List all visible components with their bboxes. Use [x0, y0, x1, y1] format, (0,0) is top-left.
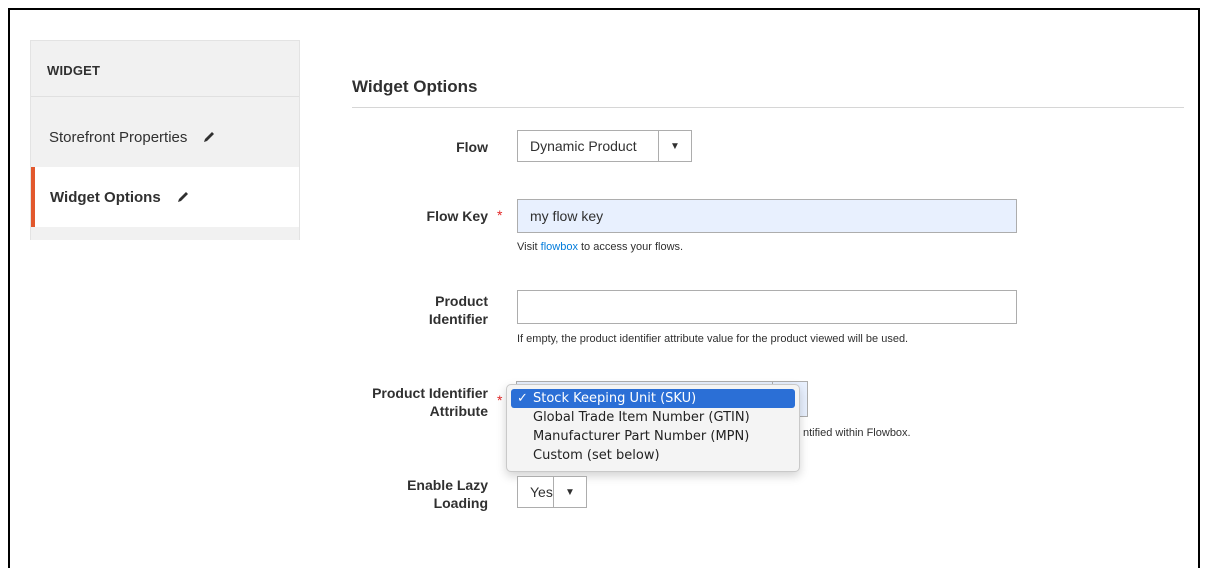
dropdown-option-custom[interactable]: Custom (set below) [511, 446, 795, 465]
flow-label: Flow [456, 139, 488, 155]
dropdown-options-menu: ✓ Stock Keeping Unit (SKU) Global Trade … [506, 384, 800, 472]
product-identifier-label-line2: Identifier [428, 311, 488, 327]
sidebar-divider [31, 96, 299, 97]
checkmark-icon: ✓ [517, 391, 528, 406]
lazy-loading-label: Enable Lazy Loading [348, 476, 488, 512]
dropdown-option-sku[interactable]: ✓ Stock Keeping Unit (SKU) [511, 389, 795, 408]
lazy-loading-select-value: Yes [530, 484, 553, 500]
product-identifier-label: Product Identifier [348, 292, 488, 328]
sidebar-item-storefront-properties[interactable]: Storefront Properties [31, 107, 299, 167]
flowbox-link[interactable]: flowbox [541, 241, 578, 253]
dropdown-option-gtin[interactable]: Global Trade Item Number (GTIN) [511, 408, 795, 427]
product-identifier-attribute-note: ntified within Flowbox. [803, 427, 911, 439]
sidebar-footer [31, 227, 299, 240]
lazy-loading-label-line1: Enable Lazy [407, 477, 488, 493]
required-marker: * [497, 207, 503, 223]
lazy-loading-select[interactable]: Yes ▼ [517, 476, 587, 508]
section-title: Widget Options [352, 77, 478, 96]
sidebar-title: WIDGET [47, 63, 101, 78]
sidebar: WIDGET Storefront Properties Widget Opti… [30, 40, 300, 240]
flow-key-input[interactable] [517, 199, 1017, 233]
product-identifier-input[interactable] [517, 290, 1017, 324]
flow-select-value: Dynamic Product [530, 138, 637, 154]
flow-key-label: Flow Key [426, 208, 488, 224]
product-identifier-attribute-label-line1: Product Identifier [372, 385, 488, 401]
dropdown-option-mpn[interactable]: Manufacturer Part Number (MPN) [511, 427, 795, 446]
product-identifier-note: If empty, the product identifier attribu… [517, 333, 909, 345]
sidebar-item-label: Widget Options [50, 188, 161, 206]
option-label: Custom (set below) [533, 448, 660, 463]
product-identifier-attribute-label-line2: Attribute [429, 403, 488, 419]
chevron-down-icon: ▼ [658, 131, 691, 161]
flow-key-note-suffix: to access your flows. [577, 241, 684, 253]
pencil-icon [175, 189, 191, 205]
chevron-down-icon: ▼ [553, 477, 586, 507]
sidebar-item-widget-options[interactable]: Widget Options [31, 167, 299, 227]
option-label: Stock Keeping Unit (SKU) [533, 391, 697, 406]
lazy-loading-label-line2: Loading [433, 495, 488, 511]
required-marker: * [497, 392, 503, 408]
flow-key-note-prefix: Visit [517, 241, 541, 253]
option-label: Global Trade Item Number (GTIN) [533, 410, 750, 425]
product-identifier-attribute-label: Product Identifier Attribute [348, 384, 488, 420]
product-identifier-label-line1: Product [435, 293, 488, 309]
flow-key-note: Visit flowbox to access your flows. [517, 241, 683, 253]
section-divider [352, 107, 1184, 108]
option-label: Manufacturer Part Number (MPN) [533, 429, 750, 444]
sidebar-item-label: Storefront Properties [49, 128, 188, 146]
pencil-icon [201, 129, 217, 145]
flow-select[interactable]: Dynamic Product ▼ [517, 130, 692, 162]
